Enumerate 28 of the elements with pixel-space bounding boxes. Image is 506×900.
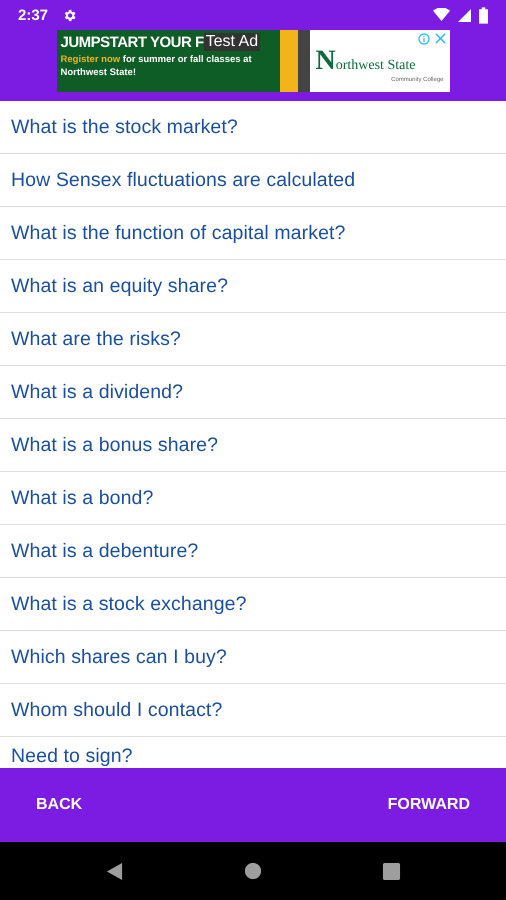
status-time: 2:37 <box>18 6 48 24</box>
question-item[interactable]: What is a bonus share? <box>0 419 506 472</box>
ad-text: Register now for summer or fall classes at Northwest State! <box>60 53 253 79</box>
question-item[interactable]: What are the risks? <box>0 313 506 366</box>
question-item[interactable]: What is the function of capital market? <box>0 207 506 260</box>
brand-name: orthwest State <box>336 58 416 74</box>
question-item[interactable]: How Sensex fluctuations are calculated <box>0 154 506 207</box>
question-item[interactable]: Need to sign? <box>0 737 506 768</box>
question-item[interactable]: What is a bond? <box>0 472 506 525</box>
back-icon[interactable] <box>105 862 124 880</box>
home-icon[interactable] <box>244 862 262 880</box>
question-item[interactable]: What is a debenture? <box>0 525 506 578</box>
question-item[interactable]: What is the stock market? <box>0 101 506 154</box>
question-item[interactable]: Whom should I contact? <box>0 684 506 737</box>
logo-letter: N <box>316 45 336 77</box>
settings-icon <box>62 8 78 22</box>
test-ad-label: Test Ad <box>204 33 260 51</box>
battery-icon <box>479 6 488 24</box>
wifi-icon <box>433 8 450 22</box>
recents-icon[interactable] <box>382 862 401 880</box>
question-item[interactable]: What is an equity share? <box>0 260 506 313</box>
question-item[interactable]: What is a dividend? <box>0 366 506 419</box>
question-item[interactable]: What is a stock exchange? <box>0 578 506 631</box>
signal-icon <box>458 8 471 22</box>
nav-button[interactable]: BACK <box>18 788 100 822</box>
ad-headline: JUMPSTART YOUR F <box>60 34 204 50</box>
question-item[interactable]: Which shares can I buy? <box>0 631 506 684</box>
nav-button[interactable]: FORWARD <box>370 788 488 822</box>
